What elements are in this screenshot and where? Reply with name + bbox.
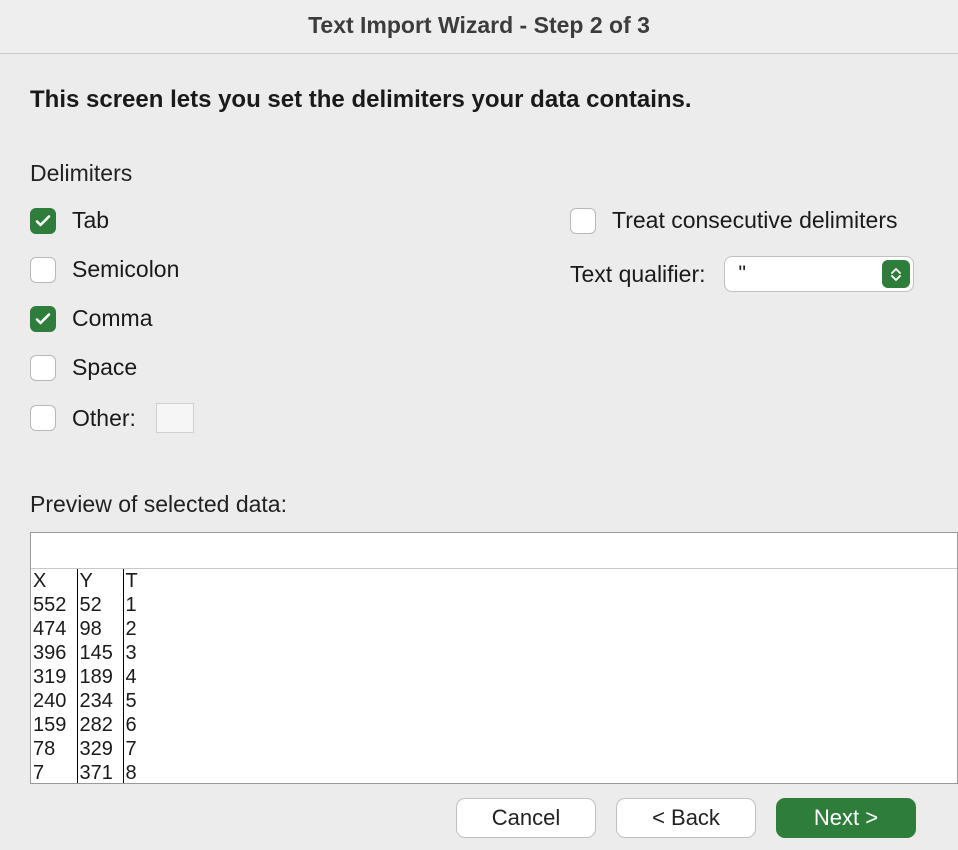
preview-cell: 159: [31, 713, 77, 737]
preview-cell: 8: [123, 761, 169, 784]
table-row: 552521: [31, 593, 169, 617]
delimiters-heading: Delimiters: [30, 160, 928, 187]
preview-column-header: Y: [77, 569, 123, 593]
preview-header-blank: [31, 533, 957, 569]
preview-cell: 240: [31, 689, 77, 713]
preview-column-header: T: [123, 569, 169, 593]
check-icon: [35, 213, 51, 229]
stepper-icon: [882, 260, 910, 288]
table-row: 3961453: [31, 641, 169, 665]
label-comma: Comma: [72, 305, 153, 332]
label-space: Space: [72, 354, 137, 381]
preview-cell: 552: [31, 593, 77, 617]
label-tab: Tab: [72, 207, 109, 234]
preview-cell: 78: [31, 737, 77, 761]
cancel-button[interactable]: Cancel: [456, 798, 596, 838]
table-row: 73718: [31, 761, 169, 784]
preview-cell: 371: [77, 761, 123, 784]
table-row: 3191894: [31, 665, 169, 689]
preview-cell: 282: [77, 713, 123, 737]
checkbox-semicolon[interactable]: [30, 257, 56, 283]
preview-table: XYT5525214749823961453319189424023451592…: [31, 569, 169, 784]
label-treat-consecutive: Treat consecutive delimiters: [612, 207, 897, 234]
preview-cell: 319: [31, 665, 77, 689]
preview-cell: 98: [77, 617, 123, 641]
text-qualifier-value: ": [739, 262, 746, 286]
preview-box: XYT5525214749823961453319189424023451592…: [30, 532, 958, 784]
preview-cell: 145: [77, 641, 123, 665]
preview-column-header: X: [31, 569, 77, 593]
table-row: 783297: [31, 737, 169, 761]
preview-cell: 2: [123, 617, 169, 641]
other-delimiter-input[interactable]: [156, 403, 194, 433]
checkbox-tab[interactable]: [30, 208, 56, 234]
preview-cell: 189: [77, 665, 123, 689]
table-row: 1592826: [31, 713, 169, 737]
checkbox-other[interactable]: [30, 405, 56, 431]
instruction-text: This screen lets you set the delimiters …: [30, 86, 928, 114]
check-icon: [35, 311, 51, 327]
checkbox-comma[interactable]: [30, 306, 56, 332]
preview-cell: 329: [77, 737, 123, 761]
preview-cell: 396: [31, 641, 77, 665]
label-text-qualifier: Text qualifier:: [570, 261, 706, 288]
preview-cell: 234: [77, 689, 123, 713]
window-title: Text Import Wizard - Step 2 of 3: [0, 0, 958, 54]
preview-heading: Preview of selected data:: [30, 491, 928, 518]
preview-cell: 52: [77, 593, 123, 617]
checkbox-treat-consecutive[interactable]: [570, 208, 596, 234]
text-qualifier-select[interactable]: ": [724, 256, 914, 292]
checkbox-space[interactable]: [30, 355, 56, 381]
preview-cell: 3: [123, 641, 169, 665]
preview-cell: 7: [31, 761, 77, 784]
table-row: 474982: [31, 617, 169, 641]
next-button[interactable]: Next >: [776, 798, 916, 838]
label-semicolon: Semicolon: [72, 256, 179, 283]
back-button[interactable]: < Back: [616, 798, 756, 838]
preview-cell: 474: [31, 617, 77, 641]
table-row: 2402345: [31, 689, 169, 713]
preview-cell: 1: [123, 593, 169, 617]
preview-cell: 5: [123, 689, 169, 713]
preview-cell: 7: [123, 737, 169, 761]
preview-cell: 6: [123, 713, 169, 737]
label-other: Other:: [72, 405, 136, 432]
preview-cell: 4: [123, 665, 169, 689]
